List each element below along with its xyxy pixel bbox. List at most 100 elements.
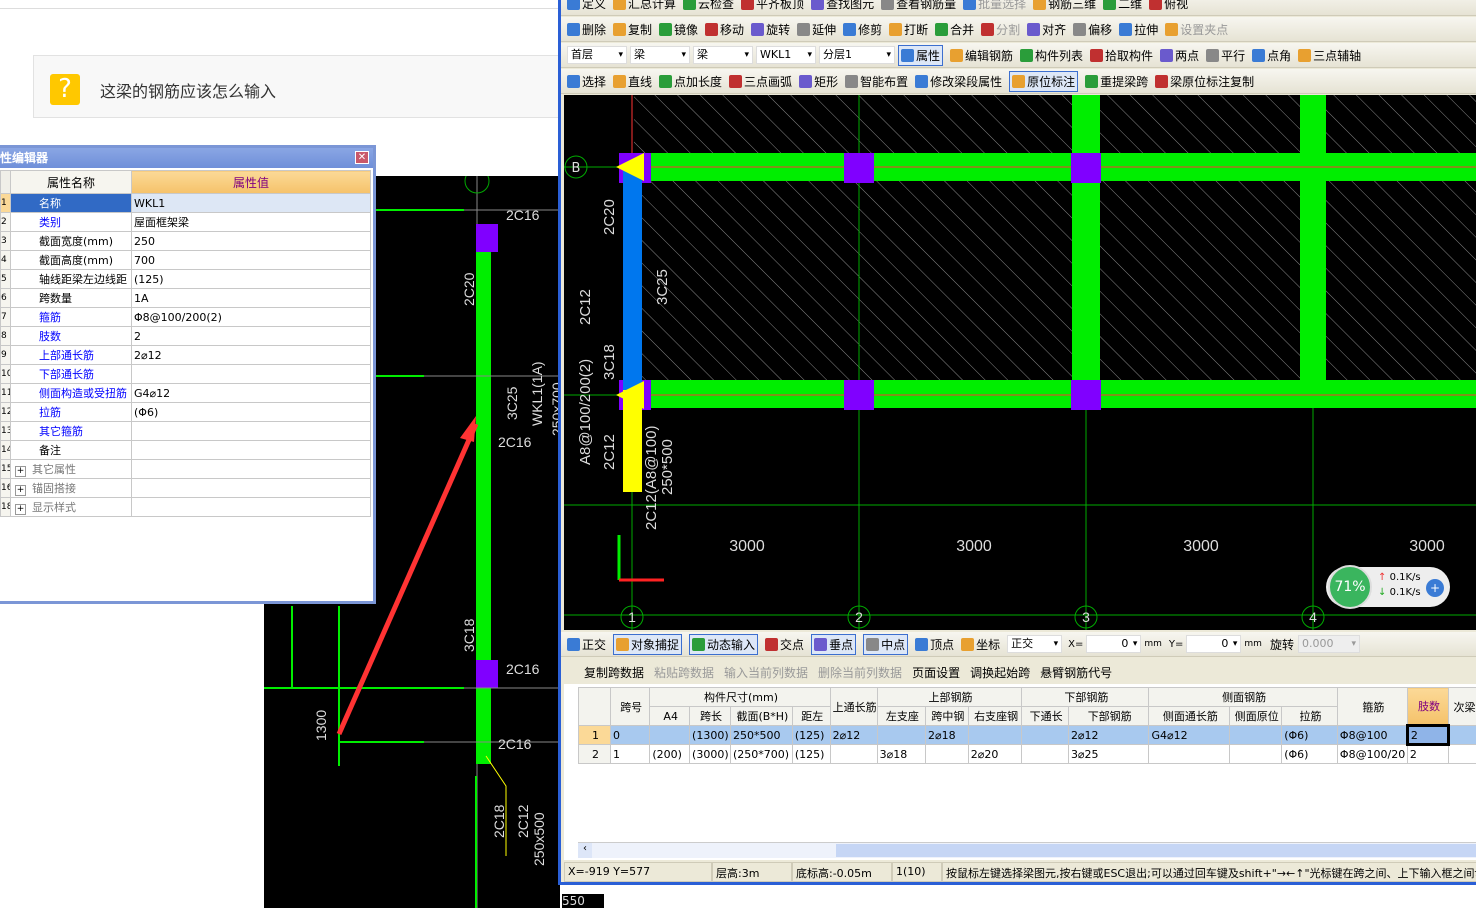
- toolbar-button[interactable]: 动态输入: [689, 633, 759, 655]
- property-value[interactable]: WKL1: [131, 193, 371, 213]
- table-cell[interactable]: [1229, 744, 1283, 764]
- column-subheader[interactable]: 右支座钢: [967, 706, 1023, 726]
- column-header[interactable]: 次梁: [1448, 687, 1476, 726]
- property-row[interactable]: 13 其它箍筋: [0, 421, 371, 441]
- toolbar-button[interactable]: 点加长度: [659, 73, 722, 90]
- selector-dropdown[interactable]: 分层1: [819, 46, 895, 64]
- toolbar-button[interactable]: 查找图元: [811, 0, 874, 12]
- toolbar-button[interactable]: 设置夹点: [1165, 21, 1228, 38]
- toolbar-button[interactable]: 矩形: [799, 73, 838, 90]
- beam-vertical[interactable]: [1300, 95, 1326, 408]
- column-header[interactable]: 侧面钢筋: [1148, 687, 1338, 707]
- table-cell[interactable]: 1: [610, 744, 651, 764]
- column-header[interactable]: 上部钢筋: [876, 687, 1023, 707]
- property-row[interactable]: 8 肢数 2: [0, 326, 371, 346]
- toolbar-button[interactable]: 对象捕捉: [613, 633, 683, 655]
- toolbar-button[interactable]: 对齐: [1027, 21, 1066, 38]
- table-cell[interactable]: (1300): [689, 725, 731, 745]
- toolbar-button[interactable]: 钢筋三维: [1033, 0, 1096, 12]
- column-subheader[interactable]: 侧面原位: [1229, 706, 1283, 726]
- toolbar-button[interactable]: 坐标: [961, 636, 1000, 653]
- toolbar-button[interactable]: 直线: [613, 73, 652, 90]
- table-cell[interactable]: 3⌀25: [1067, 744, 1150, 764]
- coord-input-x[interactable]: 0: [1086, 635, 1142, 653]
- property-value[interactable]: 屋面框架梁: [131, 212, 371, 232]
- expand-icon[interactable]: +: [15, 504, 26, 515]
- selected-beam[interactable]: [623, 165, 642, 390]
- table-cell[interactable]: G4⌀12: [1148, 725, 1231, 745]
- column-subheader[interactable]: 下部钢筋: [1067, 706, 1150, 726]
- toolbar-button[interactable]: 延伸: [797, 21, 836, 38]
- table-cell[interactable]: (Φ6): [1281, 725, 1338, 745]
- toolbar-button[interactable]: 云检查: [683, 0, 734, 12]
- table-cell[interactable]: [1021, 744, 1069, 764]
- toolbar-button[interactable]: 交点: [765, 636, 804, 653]
- grid-toolbar-button[interactable]: 输入当前列数据: [724, 664, 808, 681]
- beam-vertical[interactable]: [1072, 95, 1100, 408]
- toolbar-button[interactable]: 平齐板顶: [741, 0, 804, 12]
- table-cell[interactable]: Φ8@100/20: [1336, 744, 1408, 764]
- toolbar-button[interactable]: 批量选择: [963, 0, 1026, 12]
- horizontal-scrollbar[interactable]: ‹: [578, 842, 1476, 858]
- property-value[interactable]: Φ8@100/200(2): [131, 307, 371, 327]
- table-cell[interactable]: 2⌀12: [1067, 725, 1150, 745]
- property-value[interactable]: [131, 421, 371, 441]
- grid-toolbar-button[interactable]: 调换起始跨: [970, 664, 1030, 681]
- table-row[interactable]: 1 0 (1300) 250*500 (125) 2⌀12 2⌀18 2⌀12 G4⌀12 (Φ6…: [577, 724, 1476, 746]
- table-cell[interactable]: Φ8@100: [1336, 725, 1408, 745]
- toolbar-button[interactable]: 移动: [705, 21, 744, 38]
- column-header[interactable]: 上通长筋: [829, 687, 878, 726]
- property-row[interactable]: 11 侧面构造或受扭筋 G4⌀12: [0, 383, 371, 403]
- column-subheader[interactable]: 截面(B*H): [729, 706, 793, 726]
- table-cell[interactable]: [649, 725, 691, 745]
- table-cell[interactable]: 2: [1405, 724, 1451, 746]
- toolbar-button[interactable]: 合并: [935, 21, 974, 38]
- toolbar-button[interactable]: 查看钢筋量: [881, 0, 956, 12]
- toolbar-button[interactable]: 拉伸: [1119, 21, 1158, 38]
- table-cell[interactable]: [1021, 725, 1069, 745]
- toolbar-button[interactable]: 智能布置: [845, 73, 908, 90]
- toolbar-button[interactable]: 三点辅轴: [1298, 47, 1361, 64]
- property-value[interactable]: [131, 497, 371, 517]
- property-value[interactable]: 2⌀12: [131, 345, 371, 365]
- column-header[interactable]: 跨号: [610, 687, 651, 726]
- toolbar-button[interactable]: 构件列表: [1020, 47, 1083, 64]
- column-subheader[interactable]: 跨中钢: [925, 706, 969, 726]
- toolbar-button[interactable]: 偏移: [1073, 21, 1112, 38]
- property-row[interactable]: 16 + 锚固搭接: [0, 478, 371, 498]
- selector-dropdown[interactable]: 首层: [567, 46, 627, 64]
- column[interactable]: [476, 660, 498, 688]
- column-header[interactable]: 下部钢筋: [1021, 687, 1150, 707]
- toolbar-button[interactable]: 中点: [863, 633, 909, 655]
- column-subheader[interactable]: 侧面通长筋: [1148, 706, 1231, 726]
- toolbar-button[interactable]: 二维: [1103, 0, 1142, 12]
- toolbar-button[interactable]: 汇总计算: [613, 0, 676, 12]
- toolbar-button[interactable]: 点角: [1252, 47, 1291, 64]
- toolbar-button[interactable]: 两点: [1160, 47, 1199, 64]
- column-subheader[interactable]: 拉筋: [1281, 706, 1338, 726]
- table-cell[interactable]: (Φ6): [1281, 744, 1338, 764]
- property-value[interactable]: (Φ6): [131, 402, 371, 422]
- table-row[interactable]: 2 1 (200) (3000) (250*700) (125) 3⌀18 2⌀20 3⌀25(…: [577, 744, 1476, 764]
- property-value[interactable]: 2: [131, 326, 371, 346]
- column-header[interactable]: 肢数: [1406, 687, 1450, 726]
- cad-canvas[interactable]: B 1 2 3 4 3000 3000 3000 3000 2C20 3C25 …: [564, 95, 1476, 630]
- expand-icon[interactable]: +: [15, 485, 26, 496]
- network-widget[interactable]: 71% ↑ 0.1K/s ↓ 0.1K/s +: [1326, 565, 1450, 609]
- table-cell[interactable]: (125): [791, 725, 831, 745]
- toolbar-button[interactable]: 修改梁段属性: [915, 73, 1002, 90]
- column[interactable]: [476, 224, 498, 252]
- property-row[interactable]: 2 类别 屋面框架梁: [0, 212, 371, 232]
- table-cell[interactable]: (125): [791, 744, 831, 764]
- property-value[interactable]: [131, 478, 371, 498]
- property-value[interactable]: 700: [131, 250, 371, 270]
- toolbar-button[interactable]: 梁原位标注复制: [1155, 73, 1254, 90]
- column-subheader[interactable]: 距左: [791, 706, 831, 726]
- toolbar-button[interactable]: 修剪: [843, 21, 882, 38]
- scroll-left-icon[interactable]: ‹: [578, 843, 592, 858]
- property-row[interactable]: 9 上部通长筋 2⌀12: [0, 345, 371, 365]
- property-row[interactable]: 1 名称 WKL1: [0, 193, 371, 213]
- selector-dropdown[interactable]: WKL1: [756, 46, 816, 64]
- toolbar-button[interactable]: 旋转: [751, 21, 790, 38]
- property-value[interactable]: G4⌀12: [131, 383, 371, 403]
